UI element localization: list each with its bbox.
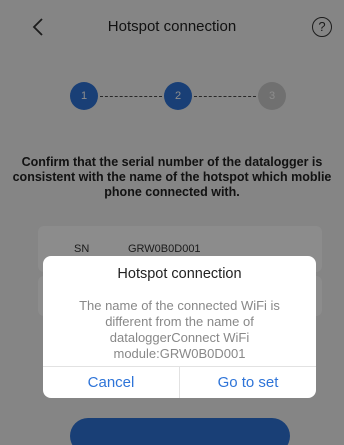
cancel-button[interactable]: Cancel bbox=[43, 367, 179, 398]
alert-dialog: Hotspot connection The name of the conne… bbox=[43, 256, 316, 398]
go-to-set-button[interactable]: Go to set bbox=[180, 367, 316, 398]
dialog-message: The name of the connected WiFi is differ… bbox=[79, 298, 280, 361]
dialog-actions: Cancel Go to set bbox=[43, 366, 316, 398]
dialog-title: Hotspot connection bbox=[117, 266, 242, 282]
screen: Hotspot connection ? 1 2 3 Confirm that … bbox=[0, 0, 344, 445]
